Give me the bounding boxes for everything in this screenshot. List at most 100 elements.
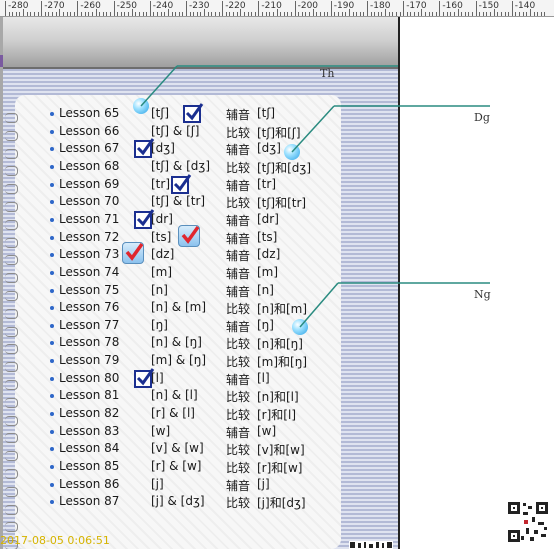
lesson-kind: 辅音: [226, 425, 251, 440]
slide-canvas: Lesson 65 [tʃ] 辅音 [tʃ] Lesson 66 [tʃ] & [ʃ] 比较…: [3, 17, 398, 549]
ruler-tick-minor: [417, 12, 419, 16]
lesson-symbol-cn: [ts]: [257, 229, 278, 244]
ruler-tick-major: [41, 1, 43, 16]
bullet-icon: [50, 112, 54, 116]
lesson-symbol-cn: [v]和[w]: [257, 443, 305, 458]
red-check-icon[interactable]: [178, 224, 200, 247]
ruler-tick-minor: [247, 12, 249, 16]
spiral-ring: [5, 469, 18, 479]
ruler-tick-minor: [48, 12, 50, 16]
ruler-tick-minor: [128, 12, 130, 16]
lesson-kind: 比较: [226, 443, 251, 458]
checkbox-checked-icon[interactable]: [183, 103, 204, 123]
ruler-tick-minor: [443, 12, 445, 16]
horizontal-ruler: -280 -270 -260 -250 -240 -230 -220 -210 -200 -190…: [0, 0, 554, 17]
spiral-ring: [5, 184, 18, 195]
spiral-ring: [5, 344, 18, 355]
ruler-tick-minor: [160, 12, 162, 16]
ruler-tick-minor: [196, 12, 198, 16]
bullet-icon: [50, 182, 54, 187]
lesson-symbol: [j]: [151, 476, 164, 491]
ruler-label: -250: [116, 1, 138, 11]
lesson-kind: 辅音: [226, 319, 251, 334]
ruler-tick-minor: [526, 12, 528, 16]
lesson-symbol-cn: [l]: [257, 370, 270, 385]
ruler-tick-minor: [305, 12, 307, 16]
lesson-symbol: [j] & [dʒ]: [151, 494, 205, 509]
lesson-symbol: [m] & [ŋ]: [151, 353, 207, 368]
ruler-tick-minor: [276, 9, 278, 16]
ruler-tick-major: [403, 1, 405, 16]
checkbox-checked-icon[interactable]: [171, 173, 192, 194]
ruler-tick-major: [77, 1, 79, 16]
ruler-tick-minor: [164, 12, 166, 16]
ruler-tick-minor: [200, 12, 202, 16]
bubble-dg: [284, 144, 300, 160]
lesson-title: Lesson 65: [59, 106, 120, 120]
lesson-symbol-cn: [dr]: [257, 211, 279, 226]
checkbox-checked-icon[interactable]: [134, 209, 155, 229]
lesson-symbol-cn: [n]: [257, 282, 274, 297]
ruler-tick-minor: [370, 12, 372, 16]
lesson-kind: 比较: [226, 355, 251, 370]
lesson-symbol: [tʃ] & [dʒ]: [151, 158, 210, 173]
ruler-tick-minor: [464, 12, 466, 16]
lesson-symbol: [tr]: [151, 176, 171, 191]
lesson-symbol: [tʃ] & [tr]: [151, 194, 206, 209]
ruler-tick-minor: [8, 12, 10, 16]
ruler-label: -240: [152, 1, 174, 11]
ruler-tick-minor: [73, 12, 75, 16]
ruler-tick-minor: [175, 12, 177, 16]
bullet-icon: [50, 129, 54, 134]
lesson-kind: 辅音: [226, 178, 251, 193]
ruler-tick-minor: [341, 12, 343, 16]
lesson-symbol: [n]: [151, 282, 168, 297]
ruler-label: -170: [406, 1, 427, 11]
ruler-tick-minor: [204, 9, 206, 16]
ruler-tick-major: [5, 1, 6, 16]
ruler-tick-minor: [243, 12, 245, 16]
lesson-symbol: [ŋ]: [151, 317, 168, 332]
ruler-tick-minor: [178, 12, 180, 16]
ruler-tick-minor: [414, 12, 416, 16]
ruler-tick-minor: [120, 12, 122, 16]
ruler-tick-minor: [486, 12, 488, 16]
checkbox-checked-icon[interactable]: [134, 138, 155, 159]
lesson-title: Lesson 68: [59, 158, 120, 173]
ruler-tick-minor: [377, 12, 379, 16]
ruler-tick-minor: [457, 9, 459, 16]
ruler-tick-minor: [327, 12, 329, 16]
checkbox-checked-icon[interactable]: [134, 367, 155, 388]
lesson-kind: 比较: [226, 302, 251, 317]
callout-label-th: Th: [320, 67, 335, 80]
callout-label-dg: Dg: [474, 111, 490, 124]
ruler-tick-major: [367, 1, 368, 16]
lesson-title: Lesson 74: [59, 264, 120, 279]
ruler-tick-minor: [254, 12, 256, 16]
ruler-tick-minor: [356, 12, 358, 16]
spiral-ring: [5, 326, 18, 337]
ruler-tick-minor: [146, 12, 148, 16]
lesson-symbol-cn: [w]: [257, 423, 277, 438]
spiral-ring: [5, 522, 18, 533]
ruler-tick-minor: [236, 12, 238, 16]
header-seam: [3, 67, 398, 69]
lesson-kind: 辅音: [226, 249, 251, 264]
ruler-tick-minor: [211, 12, 213, 16]
ruler-tick-minor: [450, 12, 452, 16]
lesson-title: Lesson 78: [59, 335, 120, 350]
bullet-icon: [50, 482, 54, 487]
red-check-icon[interactable]: [122, 242, 144, 265]
spiral-ring: [5, 202, 18, 212]
ruler-tick-minor: [207, 12, 209, 16]
ruler-tick-minor: [399, 12, 401, 16]
bullet-icon: [50, 323, 54, 328]
spiral-ring: [5, 433, 18, 444]
lesson-kind: 比较: [226, 125, 251, 140]
ruler-tick-minor: [287, 12, 289, 16]
ruler-tick-minor: [468, 12, 470, 16]
ruler-tick-minor: [392, 12, 394, 16]
lesson-title: Lesson 67: [59, 141, 120, 156]
ruler-tick-minor: [388, 12, 390, 16]
lesson-symbol-cn: [tʃ]: [257, 106, 276, 120]
